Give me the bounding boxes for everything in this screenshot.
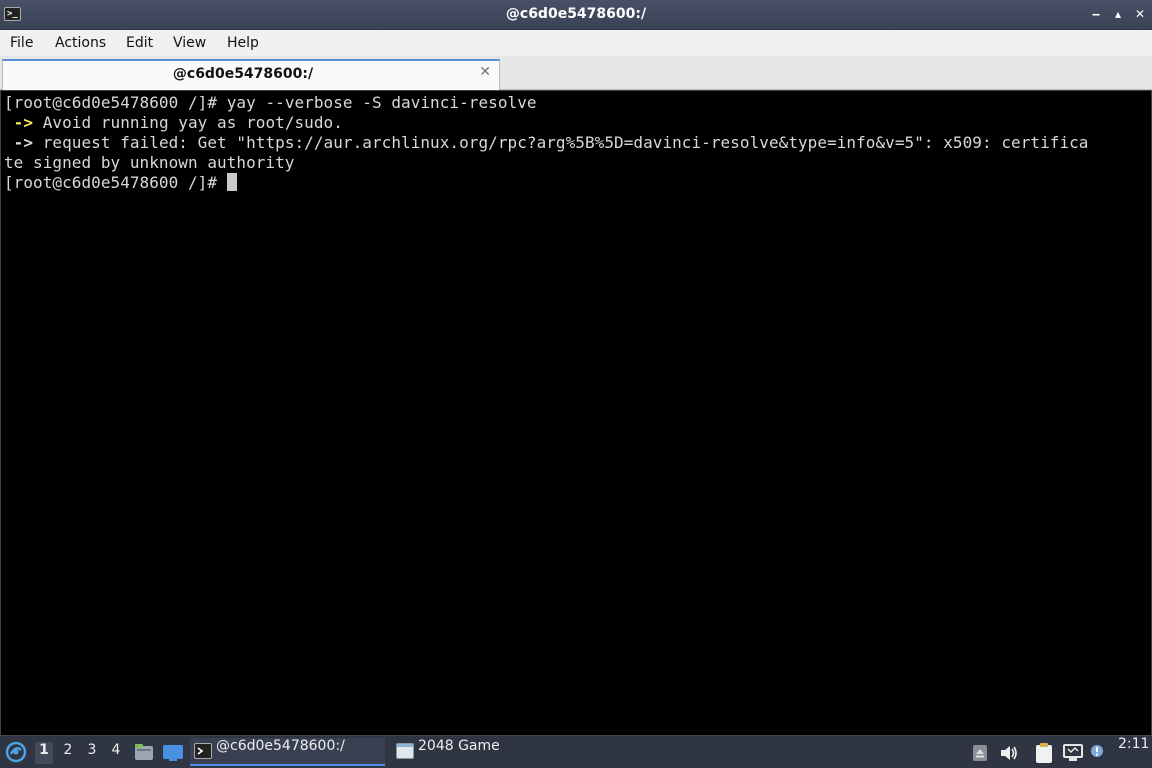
text-cursor [226,173,237,191]
terminal-icon [194,743,212,759]
menu-actions[interactable]: Actions [55,35,106,51]
clock[interactable]: 2:11 [1118,736,1149,768]
tab-close-icon[interactable]: ✕ [479,64,491,80]
tab-bar: @c6d0e5478600:/ ✕ [0,56,1152,90]
lxqt-start-icon[interactable] [5,741,27,763]
task-terminal[interactable]: @c6d0e5478600:/ [190,738,385,766]
terminal-line: [root@c6d0e5478600 /]# [4,173,237,193]
file-manager-icon[interactable] [134,743,154,761]
menu-bar: File Actions Edit View Help [0,30,1152,56]
notification-icon[interactable] [1090,743,1104,757]
window-title: @c6d0e5478600:/ [505,6,647,22]
task-label: @c6d0e5478600:/ [216,738,345,754]
eject-icon[interactable] [972,744,988,762]
terminal-output[interactable]: [root@c6d0e5478600 /]# yay --verbose -S … [0,90,1152,736]
terminal-line: -> Avoid running yay as root/sudo. [4,113,343,133]
menu-edit[interactable]: Edit [126,35,153,51]
tab-label: @c6d0e5478600:/ [172,66,314,82]
command-text: yay --verbose -S davinci-resolve [226,93,537,112]
terminal-line: -> request failed: Get "https://aur.arch… [4,133,1089,153]
volume-icon[interactable] [999,744,1019,762]
desktop-2-button[interactable]: 2 [59,742,77,764]
prompt: [root@c6d0e5478600 /]# [4,93,227,112]
desktop-icon[interactable] [162,744,184,762]
window-titlebar: >_ @c6d0e5478600:/ ‒ ▴ ✕ [0,0,1152,30]
output-text: te signed by unknown authority [4,153,295,172]
network-icon[interactable] [1062,744,1084,762]
arrow-marker: -> [4,113,34,132]
output-text: Avoid running yay as root/sudo. [33,113,343,132]
terminal-line: te signed by unknown authority [4,153,294,173]
task-label: 2048 Game [418,738,500,754]
close-button[interactable]: ✕ [1132,6,1148,22]
arrow-marker: -> [4,133,34,152]
menu-file[interactable]: File [10,35,33,51]
window-icon [396,743,414,759]
menu-view[interactable]: View [173,35,206,51]
desktop-1-button[interactable]: 1 [35,742,53,764]
task-2048-game[interactable]: 2048 Game [392,738,572,766]
output-text: request failed: Get "https://aur.archlin… [33,133,1089,152]
minimize-button[interactable]: ‒ [1088,6,1104,22]
menu-help[interactable]: Help [227,35,259,51]
taskbar: 1 2 3 4 @c6d0e5478600:/ 2048 Game 2:11 [0,736,1152,768]
terminal-line: [root@c6d0e5478600 /]# yay --verbose -S … [4,93,537,113]
desktop-4-button[interactable]: 4 [107,742,125,764]
terminal-tab[interactable]: @c6d0e5478600:/ ✕ [2,59,500,90]
desktop-3-button[interactable]: 3 [83,742,101,764]
maximize-button[interactable]: ▴ [1110,6,1126,22]
prompt: [root@c6d0e5478600 /]# [4,173,227,192]
clipboard-icon[interactable] [1035,742,1053,764]
